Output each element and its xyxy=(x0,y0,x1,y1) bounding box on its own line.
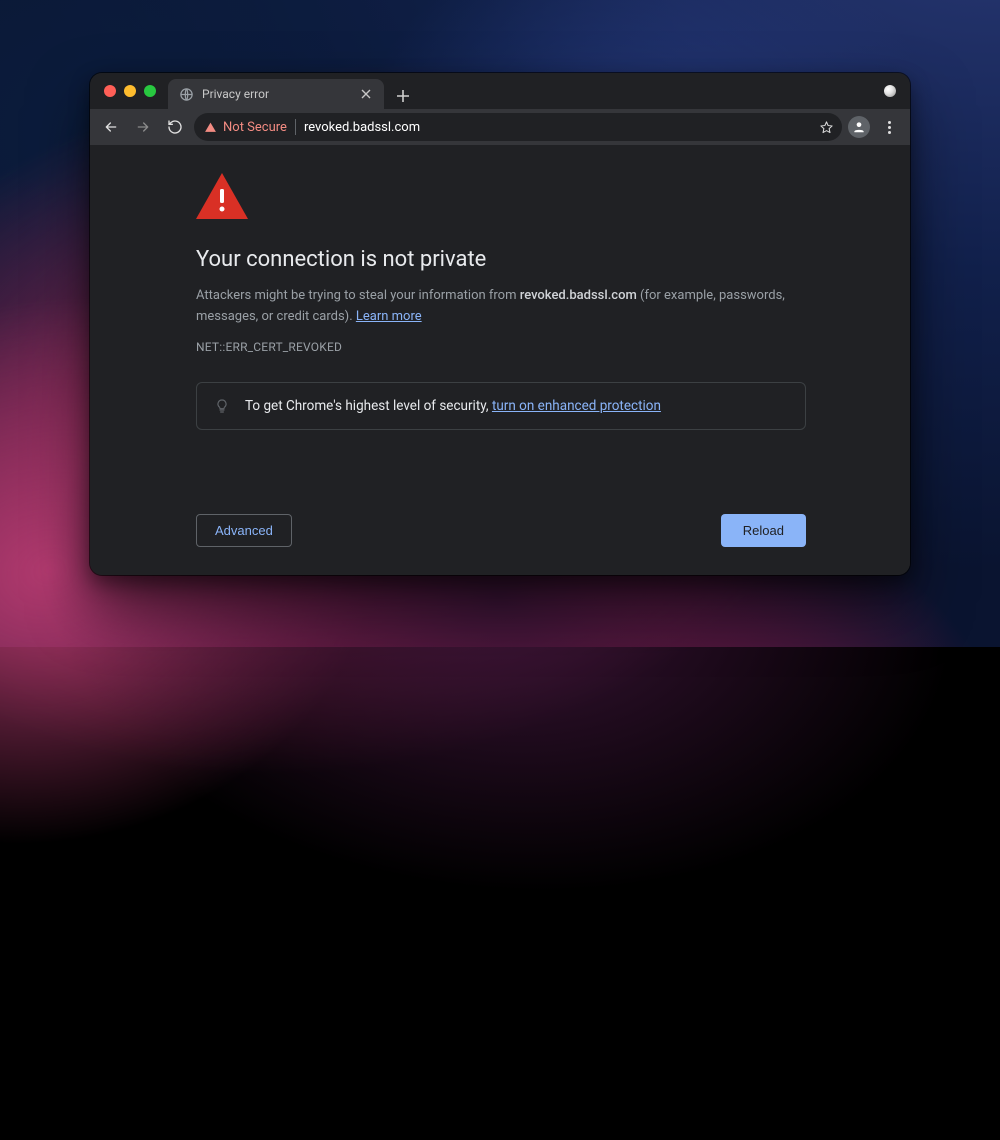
window-minimize-button[interactable] xyxy=(124,85,136,97)
warning-triangle-icon xyxy=(204,121,217,134)
back-button[interactable] xyxy=(98,114,124,140)
window-zoom-button[interactable] xyxy=(144,85,156,97)
extension-indicator-icon[interactable] xyxy=(884,85,896,97)
tab-strip: Privacy error xyxy=(90,73,910,109)
kebab-menu-icon xyxy=(888,121,891,134)
separator xyxy=(295,119,296,135)
tip-prefix: To get Chrome's highest level of securit… xyxy=(245,398,492,414)
enhanced-protection-tip: To get Chrome's highest level of securit… xyxy=(196,382,806,430)
globe-icon xyxy=(178,86,194,102)
forward-button[interactable] xyxy=(130,114,156,140)
privacy-error-page: Your connection is not private Attackers… xyxy=(90,145,910,575)
tab-title: Privacy error xyxy=(202,87,350,101)
window-close-button[interactable] xyxy=(104,85,116,97)
tab-active[interactable]: Privacy error xyxy=(168,79,384,109)
error-heading: Your connection is not private xyxy=(196,247,806,272)
chrome-menu-button[interactable] xyxy=(876,114,902,140)
error-code: NET::ERR_CERT_REVOKED xyxy=(196,340,806,354)
lightbulb-icon xyxy=(213,397,231,415)
address-bar[interactable]: Not Secure revoked.badssl.com xyxy=(194,113,842,141)
bookmark-star-icon[interactable] xyxy=(818,119,834,135)
learn-more-link[interactable]: Learn more xyxy=(356,309,422,324)
error-description: Attackers might be trying to steal your … xyxy=(196,286,806,328)
enhanced-protection-link[interactable]: turn on enhanced protection xyxy=(492,398,661,414)
tip-text: To get Chrome's highest level of securit… xyxy=(245,398,661,414)
security-status[interactable]: Not Secure xyxy=(204,120,287,135)
window-controls xyxy=(100,73,156,109)
new-tab-button[interactable] xyxy=(390,83,416,109)
button-row: Advanced Reload xyxy=(196,514,806,547)
toolbar: Not Secure revoked.badssl.com xyxy=(90,109,910,145)
advanced-button[interactable]: Advanced xyxy=(196,514,292,547)
security-status-label: Not Secure xyxy=(223,120,287,135)
error-host: revoked.badssl.com xyxy=(520,288,637,303)
close-tab-button[interactable] xyxy=(358,86,374,102)
error-panel: Your connection is not private Attackers… xyxy=(196,173,806,430)
reload-button[interactable] xyxy=(162,114,188,140)
profile-avatar-button[interactable] xyxy=(848,116,870,138)
error-description-prefix: Attackers might be trying to steal your … xyxy=(196,288,520,303)
url-host: revoked.badssl.com xyxy=(304,120,420,135)
reload-page-button[interactable]: Reload xyxy=(721,514,806,547)
browser-window: Privacy error xyxy=(90,73,910,575)
person-icon xyxy=(852,120,866,134)
warning-triangle-icon xyxy=(196,173,248,219)
